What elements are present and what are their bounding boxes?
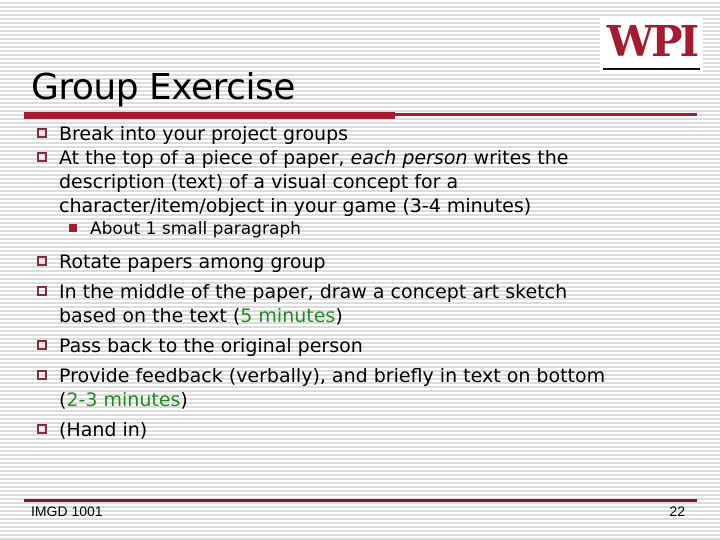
text-segment: ) xyxy=(335,305,343,327)
hollow-square-bullet-icon xyxy=(37,286,47,296)
sub-bullet-text: About 1 small paragraph xyxy=(90,219,301,239)
footer-page-number: 22 xyxy=(669,503,685,519)
footer-course: IMGD 1001 xyxy=(31,503,103,519)
hollow-square-bullet-icon xyxy=(37,340,47,350)
text-segment: character/item/object in your game (3-4 … xyxy=(59,195,532,217)
bullet-text-line: Provide feedback (verbally), and briefly… xyxy=(59,364,695,388)
wpi-logo-underline xyxy=(603,68,700,70)
text-segment: At the top of a piece of paper, xyxy=(59,147,351,169)
text-segment: In the middle of the paper, draw a conce… xyxy=(59,281,568,303)
bullet-item: Pass back to the original person xyxy=(35,334,695,358)
bullet-text-line: At the top of a piece of paper, each per… xyxy=(59,146,695,170)
hollow-square-bullet-icon xyxy=(37,424,47,434)
bullet-text: Rotate papers among group xyxy=(59,250,695,274)
wpi-logo: WPI xyxy=(600,17,703,72)
bullet-item: (Hand in) xyxy=(35,418,695,442)
slide-title: Group Exercise xyxy=(31,67,295,108)
bullet-text: Break into your project groups xyxy=(59,122,695,146)
hollow-square-bullet-icon xyxy=(37,152,47,162)
text-segment: Pass back to the original person xyxy=(59,335,363,357)
filled-square-bullet-icon xyxy=(69,224,77,232)
text-segment: writes the xyxy=(467,147,569,169)
hollow-square-bullet-icon xyxy=(37,370,47,380)
bullet-item: In the middle of the paper, draw a conce… xyxy=(35,280,695,328)
time-highlight: 5 minutes xyxy=(240,305,336,327)
bullet-item: Break into your project groups xyxy=(35,122,695,146)
bullet-text: Pass back to the original person xyxy=(59,334,695,358)
bullet-text: (Hand in) xyxy=(59,418,695,442)
bullet-item: Rotate papers among group xyxy=(35,250,695,274)
bullet-text-line: character/item/object in your game (3-4 … xyxy=(59,194,695,218)
text-segment: ) xyxy=(180,389,188,411)
text-segment: (Hand in) xyxy=(59,419,148,441)
text-segment: Rotate papers among group xyxy=(59,251,326,273)
title-rule-thin xyxy=(395,113,697,116)
bullet-text-line: In the middle of the paper, draw a conce… xyxy=(59,280,695,304)
bullet-item: Provide feedback (verbally), and briefly… xyxy=(35,364,695,412)
bullet-text-line: based on the text (5 minutes) xyxy=(59,304,695,328)
italic-emphasis: each person xyxy=(350,147,468,169)
wpi-logo-text: WPI xyxy=(606,17,699,66)
time-highlight: 2-3 minutes xyxy=(66,389,181,411)
text-segment: Provide feedback (verbally), and briefly… xyxy=(59,365,606,387)
bullet-list: Break into your project groups At the to… xyxy=(35,122,695,442)
text-segment: Break into your project groups xyxy=(59,123,349,145)
text-segment: based on the text ( xyxy=(59,305,241,327)
sub-bullet-item: About 1 small paragraph xyxy=(35,218,695,240)
bullet-text-line: (2-3 minutes) xyxy=(59,388,695,412)
hollow-square-bullet-icon xyxy=(37,128,47,138)
hollow-square-bullet-icon xyxy=(37,256,47,266)
bullet-item: At the top of a piece of paper, each per… xyxy=(35,146,695,218)
footer-rule xyxy=(24,499,697,502)
bullet-text-line: description (text) of a visual concept f… xyxy=(59,170,695,194)
title-rule-thick xyxy=(24,112,395,119)
text-segment: description (text) of a visual concept f… xyxy=(59,171,459,193)
